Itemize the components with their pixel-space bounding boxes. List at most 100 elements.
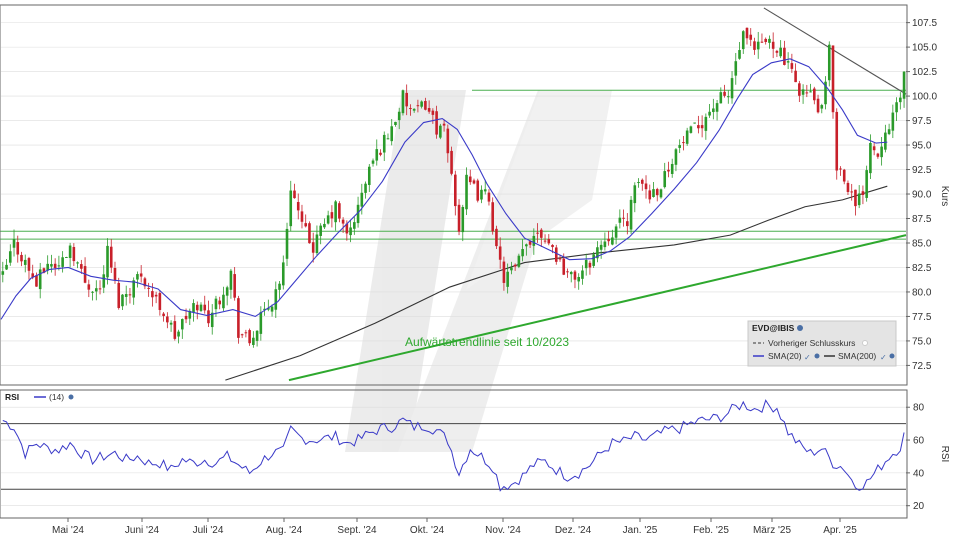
candle-body (192, 303, 195, 313)
candle-body (435, 111, 438, 135)
x-tick-label: Dez. '24 (555, 525, 592, 536)
candle-body (498, 246, 502, 260)
price-tick-label: 105.0 (912, 43, 937, 54)
settings-icon[interactable] (68, 394, 74, 400)
candle-body (588, 262, 592, 268)
candle-body (91, 291, 94, 293)
candle-body (154, 294, 158, 297)
candle-body (775, 50, 779, 53)
candle-body (405, 92, 408, 107)
candle-body (667, 169, 670, 172)
legend-item-sma20: SMA(20) (768, 351, 802, 361)
x-tick-label: März '25 (753, 525, 791, 536)
candle-body (270, 306, 274, 312)
price-tick-label: 77.5 (912, 312, 932, 323)
candle-body (285, 228, 289, 259)
price-tick-label: 72.5 (912, 361, 932, 372)
candle-body (237, 298, 240, 338)
candle-body (5, 264, 8, 270)
candle-body (106, 245, 109, 278)
x-axis: Mai '24 Juni '24 Juli '24 Aug. '24 Sept. '24… (52, 518, 857, 536)
x-tick-label: Okt. '24 (410, 525, 445, 536)
candle-body (562, 258, 566, 275)
candle-body (431, 110, 435, 115)
candle-body (439, 125, 442, 138)
rsi-tick-label: 60 (913, 436, 925, 447)
candle-body (23, 259, 27, 265)
candle-body (854, 189, 857, 207)
candle-body (629, 199, 633, 230)
candle-body (521, 249, 524, 257)
candle-body (558, 258, 562, 260)
candle-body (35, 275, 38, 287)
candle-body (719, 92, 723, 104)
candle-body (364, 183, 367, 193)
check-icon[interactable]: ✓ (804, 353, 811, 362)
x-tick-label: Nov. '24 (485, 525, 521, 536)
candle-body (813, 88, 816, 101)
candle-body (592, 254, 595, 266)
price-tick-label: 102.5 (912, 67, 937, 78)
candle-body (158, 293, 162, 310)
candle-body (798, 83, 801, 96)
x-tick-label: Juni '24 (125, 525, 160, 536)
candle-body (379, 152, 382, 155)
candle-body (386, 138, 390, 140)
candle-body (712, 108, 715, 113)
candle-body (768, 38, 771, 43)
price-tick-label: 100.0 (912, 92, 937, 103)
candle-body (240, 334, 244, 336)
candle-body (214, 298, 218, 310)
candle-body (869, 142, 872, 174)
candle-body (173, 321, 177, 339)
candle-body (820, 105, 824, 109)
candle-body (779, 47, 782, 57)
x-tick-label: Juli '24 (193, 525, 224, 536)
candle-body (244, 332, 248, 334)
candle-body (670, 163, 674, 174)
candle-body (607, 238, 610, 242)
price-tick-label: 92.5 (912, 165, 932, 176)
settings-icon[interactable] (797, 325, 803, 331)
candle-body (835, 111, 839, 171)
candle-body (311, 242, 315, 253)
hide-series-icon[interactable] (862, 340, 868, 346)
candle-body (225, 287, 229, 296)
candle-body (375, 149, 379, 161)
price-tick-label: 80.0 (912, 287, 932, 298)
candle-body (412, 108, 416, 111)
candle-body (102, 274, 106, 288)
candle-body (323, 223, 326, 228)
candle-body (865, 170, 868, 198)
candle-body (457, 204, 461, 232)
candle-body (315, 234, 319, 254)
candle-body (349, 227, 352, 236)
candle-body (468, 176, 472, 183)
candle-body (416, 105, 420, 107)
rsi-tick-label: 80 (913, 403, 925, 414)
candle-body (248, 330, 251, 344)
chart-svg: Aufwärtstrendlinie seit 10/2023 72.5 75.0… (0, 4, 950, 536)
check-icon[interactable]: ✓ (880, 353, 887, 362)
settings-icon[interactable] (889, 353, 895, 359)
candle-body (872, 146, 876, 151)
candle-body (72, 246, 76, 262)
candle-body (532, 235, 536, 246)
price-tick-label: 107.5 (912, 18, 937, 29)
candle-body (846, 182, 850, 192)
settings-icon[interactable] (814, 353, 820, 359)
candle-body (697, 125, 700, 129)
candle-body (753, 41, 756, 50)
candle-body (132, 280, 135, 298)
candle-body (65, 256, 68, 258)
chart-legend: EVD@IBIS Vorheriger Schlusskurs SMA(20) … (747, 320, 897, 367)
candle-body (76, 262, 79, 264)
candle-body (682, 142, 685, 144)
candle-body (577, 276, 581, 282)
candle-body (281, 262, 285, 286)
candle-body (801, 89, 805, 95)
candle-body (12, 239, 16, 248)
candle-body (745, 27, 749, 39)
candle-body (38, 269, 42, 290)
candle-body (693, 122, 696, 124)
